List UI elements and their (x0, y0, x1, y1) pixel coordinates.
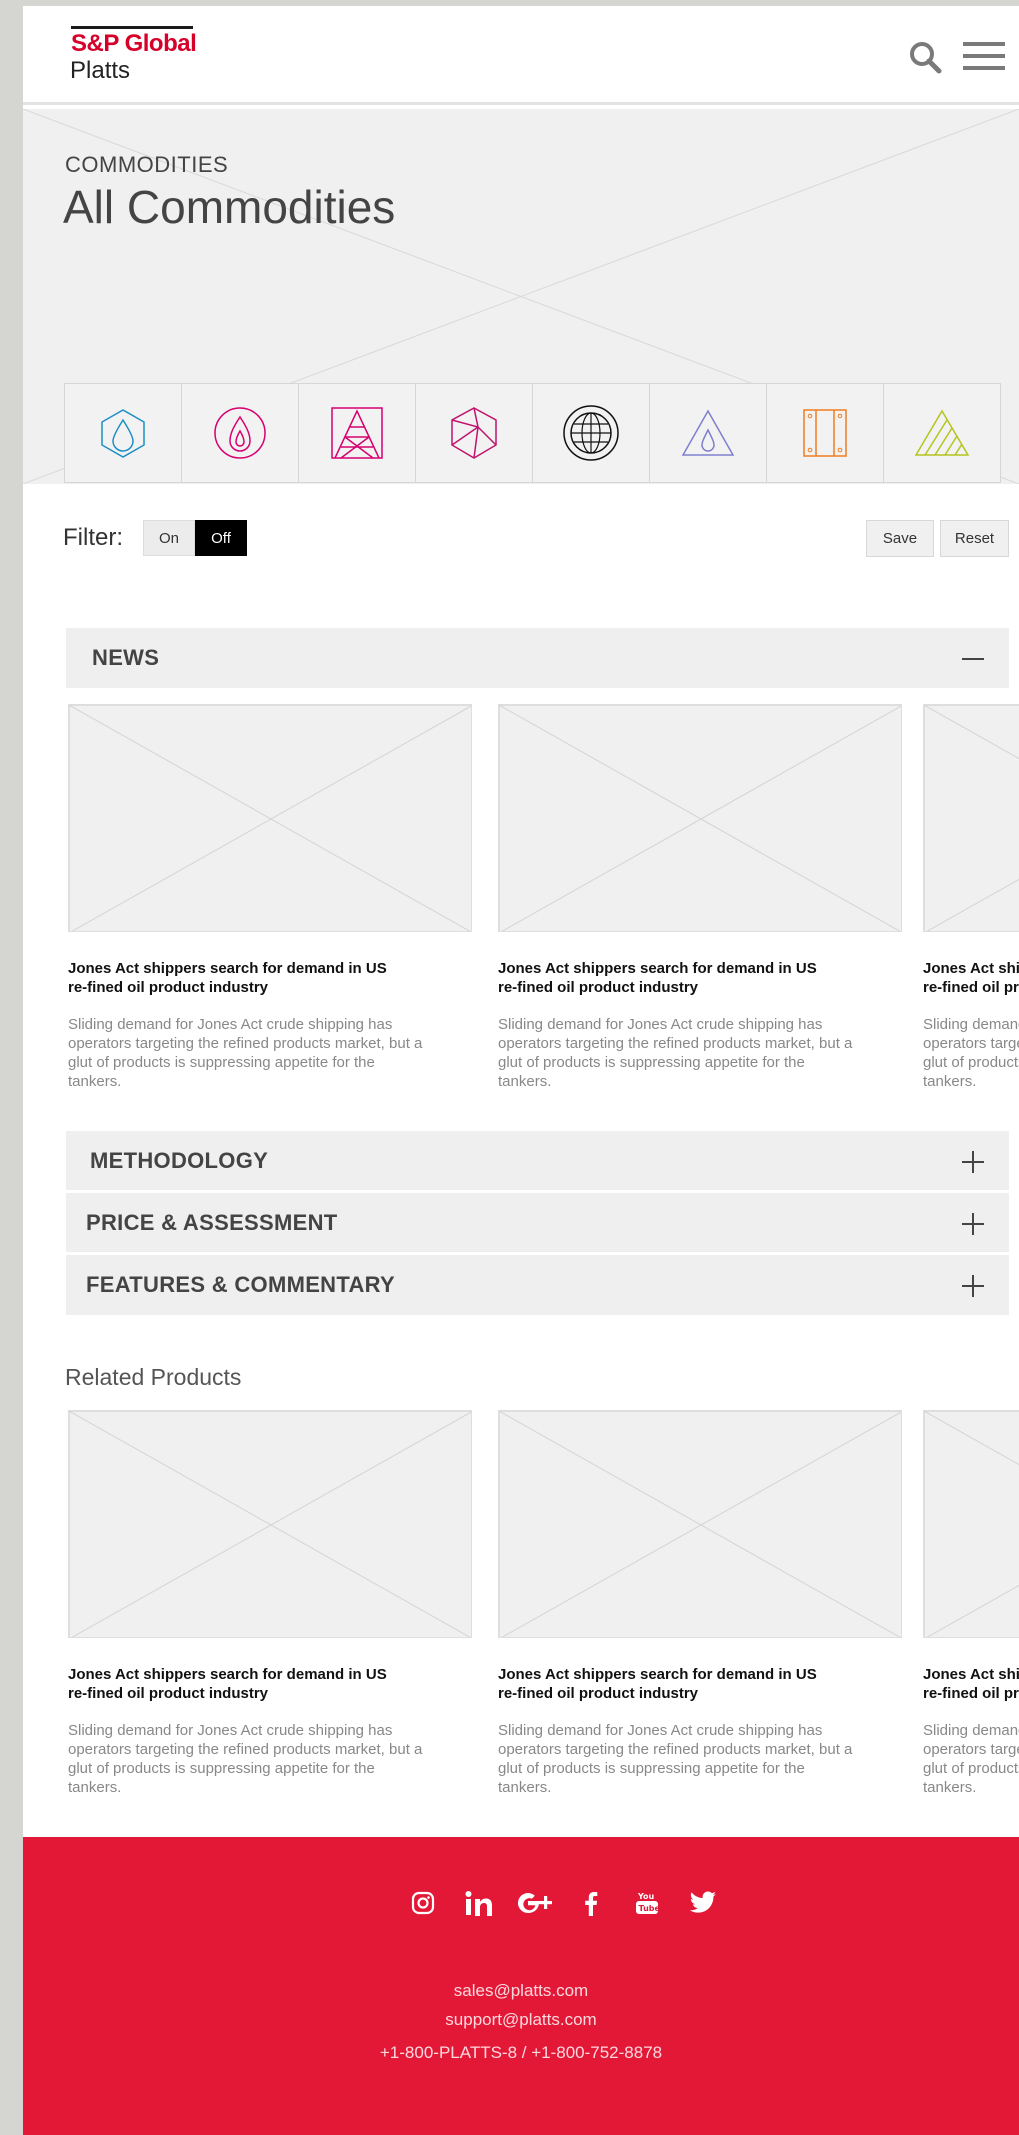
square-tower-icon (331, 407, 383, 459)
page-title: All Commodities (63, 181, 396, 233)
accordion-title: PRICE & ASSESSMENT (86, 1210, 338, 1235)
commodity-tile-3[interactable] (298, 383, 416, 483)
rectangle-panel-icon (803, 409, 847, 457)
commodity-tile-7[interactable] (766, 383, 884, 483)
instagram-icon[interactable] (395, 1888, 451, 1918)
card-description: Sliding demand for Jones Act crude shipp… (498, 1016, 853, 1090)
circle-flame-icon (214, 407, 266, 459)
card-description: Sliding demand for Jones Act crude shipp… (923, 1016, 1019, 1090)
filter-on-button[interactable]: On (143, 520, 195, 556)
news-card[interactable]: Jones Act shippers search for demand in … (498, 704, 904, 1091)
collapse-minus-icon[interactable] (962, 648, 984, 670)
related-product-card[interactable]: Jones Act shippers search for demand in … (68, 1410, 474, 1797)
linkedin-icon[interactable] (451, 1888, 507, 1918)
facebook-icon[interactable] (563, 1888, 619, 1918)
site-footer: You Tube sales@platts.com support@platts… (23, 1837, 1019, 2135)
logo-sp-global[interactable]: S&P Global (71, 30, 197, 58)
globe-icon (563, 405, 619, 461)
hamburger-menu-icon[interactable] (963, 41, 1005, 71)
twitter-icon[interactable] (675, 1888, 731, 1918)
card-title[interactable]: Jones Act shippers search for demand in … (68, 1665, 408, 1703)
site-header: S&P Global Platts (23, 6, 1019, 105)
expand-plus-icon[interactable] (962, 1275, 984, 1297)
svg-text:You: You (637, 1892, 655, 1901)
social-links: You Tube (395, 1888, 731, 1918)
phone-numbers[interactable]: +1-800-PLATTS-8 / +1-800-752-8878 (23, 2043, 1019, 2063)
card-placeholder-image (923, 1410, 1019, 1640)
card-title[interactable]: Jones Act shippers search for demand in … (923, 1665, 1019, 1703)
striped-triangle-icon (914, 409, 970, 456)
accordion-title: METHODOLOGY (90, 1148, 269, 1173)
commodity-tile-4[interactable] (415, 383, 533, 483)
methodology-accordion-header[interactable]: METHODOLOGY (66, 1131, 1009, 1191)
commodity-tile-1[interactable] (64, 383, 182, 483)
filter-toggle: On Off (143, 520, 247, 556)
commodity-tile-2[interactable] (181, 383, 299, 483)
expand-plus-icon[interactable] (962, 1213, 984, 1235)
svg-text:Tube: Tube (639, 1904, 659, 1913)
card-placeholder-image (498, 704, 904, 934)
filter-label: Filter: (63, 524, 123, 551)
news-accordion-header[interactable]: NEWS (66, 628, 1009, 688)
google-plus-icon[interactable] (507, 1888, 563, 1918)
card-placeholder-image (923, 704, 1019, 934)
related-products-heading: Related Products (65, 1364, 242, 1390)
support-email-link[interactable]: support@platts.com (23, 2010, 1019, 2030)
card-description: Sliding demand for Jones Act crude shipp… (68, 1722, 423, 1796)
card-placeholder-image (68, 1410, 474, 1640)
save-button[interactable]: Save (866, 520, 934, 557)
card-placeholder-image (498, 1410, 904, 1640)
card-description: Sliding demand for Jones Act crude shipp… (498, 1722, 853, 1796)
card-description: Sliding demand for Jones Act crude shipp… (68, 1016, 423, 1090)
reset-button[interactable]: Reset (940, 520, 1009, 557)
features-commentary-accordion-header[interactable]: FEATURES & COMMENTARY (66, 1255, 1009, 1315)
search-icon[interactable] (907, 39, 943, 75)
card-description: Sliding demand for Jones Act crude shipp… (923, 1722, 1019, 1796)
card-title[interactable]: Jones Act shippers search for demand in … (923, 959, 1019, 997)
filter-off-button[interactable]: Off (195, 520, 247, 556)
hero-banner: COMMODITIES All Commodities (23, 109, 1019, 484)
news-card[interactable]: Jones Act shippers search for demand in … (923, 704, 1019, 1091)
sales-email-link[interactable]: sales@platts.com (23, 1981, 1019, 2001)
hexagon-drop-icon (101, 409, 145, 458)
card-title[interactable]: Jones Act shippers search for demand in … (498, 1665, 838, 1703)
commodity-icon-strip (64, 383, 1001, 483)
card-placeholder-image (68, 704, 474, 934)
commodity-tile-8[interactable] (883, 383, 1001, 483)
commodity-tile-6[interactable] (649, 383, 767, 483)
expand-plus-icon[interactable] (962, 1151, 984, 1173)
hero-eyebrow: COMMODITIES (65, 152, 229, 177)
card-title[interactable]: Jones Act shippers search for demand in … (68, 959, 408, 997)
polyhedron-icon (451, 407, 497, 459)
card-title[interactable]: Jones Act shippers search for demand in … (498, 959, 838, 997)
logo-rule (71, 26, 193, 29)
price-assessment-accordion-header[interactable]: PRICE & ASSESSMENT (66, 1193, 1009, 1253)
commodity-tile-5[interactable] (532, 383, 650, 483)
triangle-drop-icon (681, 409, 735, 456)
accordion-title: FEATURES & COMMENTARY (86, 1272, 395, 1297)
logo-platts[interactable]: Platts (70, 57, 130, 85)
related-product-card[interactable]: Jones Act shippers search for demand in … (923, 1410, 1019, 1797)
page-frame: S&P Global Platts COMMODITIES All Commod… (23, 6, 1019, 2135)
news-card[interactable]: Jones Act shippers search for demand in … (68, 704, 474, 1091)
youtube-icon[interactable]: You Tube (619, 1888, 675, 1918)
related-product-card[interactable]: Jones Act shippers search for demand in … (498, 1410, 904, 1797)
news-title: NEWS (92, 645, 160, 670)
